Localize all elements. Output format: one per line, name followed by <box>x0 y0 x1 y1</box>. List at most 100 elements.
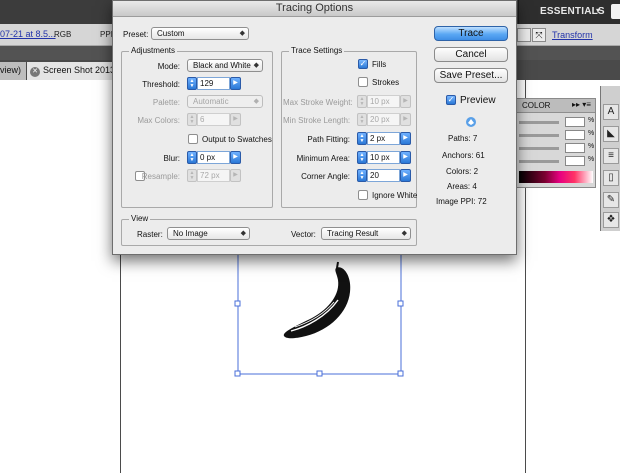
dropdown-arrow-icon[interactable]: ▶ <box>400 169 411 182</box>
min-stroke-length-field[interactable]: 20 px <box>367 113 400 126</box>
dropdown-arrow-icon[interactable]: ▶ <box>400 95 411 108</box>
panel-dock-strip: A ◣ ≡ ▯ ✎ ❖ <box>600 86 620 231</box>
stepper-arrows-icon[interactable]: ▲ ▼ <box>187 77 197 90</box>
slider-track[interactable] <box>519 121 559 124</box>
document-filename-link[interactable]: 07-21 at 8.5... <box>0 29 56 39</box>
preset-select[interactable]: Custom ◆ <box>151 27 249 40</box>
dropdown-arrow-icon[interactable]: ▶ <box>230 77 241 90</box>
max-stroke-weight-field[interactable]: 10 px <box>367 95 400 108</box>
threshold-stepper[interactable]: ▲ ▼ 129 ▶ <box>187 77 241 90</box>
max-colors-field[interactable]: 6 <box>197 113 230 126</box>
percent-label: % <box>588 143 595 150</box>
percent-label: % <box>588 117 595 124</box>
resample-stepper[interactable]: ▲ ▼ 72 px ▶ <box>187 169 241 182</box>
vector-select[interactable]: Tracing Result ◆ <box>321 227 411 240</box>
threshold-label: Threshold: <box>142 80 180 89</box>
stepper-arrows-icon[interactable]: ▲ ▼ <box>187 169 197 182</box>
dropdown-arrow-icon[interactable]: ▶ <box>400 113 411 126</box>
mode-select[interactable]: Black and White ◆ <box>187 59 263 72</box>
save-preset-button[interactable]: Save Preset... <box>434 68 508 83</box>
preset-value: Custom <box>157 29 185 38</box>
trace-button[interactable]: Trace <box>434 26 508 41</box>
stepper-arrows-icon[interactable]: ▲ ▼ <box>187 113 197 126</box>
slider-track[interactable] <box>519 160 559 163</box>
embed-button[interactable] <box>517 28 531 42</box>
corner-angle-stepper[interactable]: ▲ ▼ 20 ▶ <box>357 169 411 182</box>
fills-checkbox[interactable]: ✓ <box>358 59 368 69</box>
min-stroke-length-stepper[interactable]: ▲ ▼ 20 px ▶ <box>357 113 411 126</box>
min-stroke-length-label: Min Stroke Length: <box>283 116 351 125</box>
resample-field[interactable]: 72 px <box>197 169 230 182</box>
dropdown-arrow-icon[interactable]: ▶ <box>230 151 241 164</box>
stepper-arrows-icon[interactable]: ▲ ▼ <box>187 151 197 164</box>
raster-label: Raster: <box>137 230 163 239</box>
percent-label: % <box>588 156 595 163</box>
slider-track[interactable] <box>519 147 559 150</box>
resample-label: Resample: <box>141 172 180 181</box>
color-value-field[interactable] <box>565 143 585 153</box>
areas-count: Areas: 4 <box>447 182 477 191</box>
palette-value: Automatic <box>193 97 229 106</box>
minimum-area-field[interactable]: 10 px <box>367 151 400 164</box>
color-slider-row: % <box>519 130 595 140</box>
color-value-field[interactable] <box>565 117 585 127</box>
path-fitting-field[interactable]: 2 px <box>367 132 400 145</box>
color-value-field[interactable] <box>565 156 585 166</box>
color-mode-label: RGB <box>54 30 72 39</box>
symbols-icon[interactable]: ✎ <box>603 192 619 208</box>
color-panel: COLOR ▸▸ ▾≡ % % % % <box>516 98 596 188</box>
panel-menu-icon[interactable]: ▸▸ ▾≡ <box>572 100 591 109</box>
adjustments-group <box>121 51 273 208</box>
minimum-area-stepper[interactable]: ▲ ▼ 10 px ▶ <box>357 151 411 164</box>
tab-label: Screen Shot 2013- <box>43 65 119 75</box>
ignore-white-checkbox[interactable] <box>358 190 368 200</box>
search-input[interactable] <box>611 4 620 19</box>
chevron-updown-icon: ◆ <box>253 62 259 69</box>
path-fitting-stepper[interactable]: ▲ ▼ 2 px ▶ <box>357 132 411 145</box>
dropdown-arrow-icon[interactable]: ▶ <box>230 169 241 182</box>
dropdown-arrow-icon[interactable]: ▶ <box>400 132 411 145</box>
blur-label: Blur: <box>163 154 180 163</box>
stroke-icon[interactable]: ≡ <box>603 148 619 164</box>
max-colors-stepper[interactable]: ▲ ▼ 6 ▶ <box>187 113 241 126</box>
stepper-arrows-icon[interactable]: ▲ ▼ <box>357 113 367 126</box>
slider-track[interactable] <box>519 134 559 137</box>
strokes-label: Strokes <box>372 78 400 87</box>
stepper-arrows-icon[interactable]: ▲ ▼ <box>357 132 367 145</box>
type-icon[interactable]: A <box>603 104 619 120</box>
blur-field[interactable]: 0 px <box>197 151 230 164</box>
tab-previous-document[interactable]: view) <box>0 62 26 80</box>
color-value-field[interactable] <box>565 130 585 140</box>
strokes-checkbox[interactable] <box>358 77 368 87</box>
brushes-icon[interactable]: ❖ <box>603 212 619 228</box>
align-icon[interactable]: ⤧ <box>532 28 546 42</box>
view-title: View <box>129 214 151 223</box>
trace-settings-title: Trace Settings <box>289 46 345 55</box>
document-icon[interactable]: ▯ <box>603 170 619 186</box>
corner-angle-field[interactable]: 20 <box>367 169 400 182</box>
stepper-arrows-icon[interactable]: ▲ ▼ <box>357 169 367 182</box>
cancel-button[interactable]: Cancel <box>434 47 508 62</box>
gradient-icon[interactable]: ◣ <box>603 126 619 142</box>
max-colors-label: Max Colors: <box>137 116 180 125</box>
transform-link[interactable]: Transform <box>552 30 593 40</box>
blur-stepper[interactable]: ▲ ▼ 0 px ▶ <box>187 151 241 164</box>
raster-select[interactable]: No Image ◆ <box>167 227 250 240</box>
dropdown-arrow-icon[interactable]: ▶ <box>230 113 241 126</box>
stepper-arrows-icon[interactable]: ▲ ▼ <box>357 151 367 164</box>
output-to-swatches-checkbox[interactable] <box>188 134 198 144</box>
preview-checkbox[interactable]: ✓ <box>446 95 456 105</box>
ignore-white-label: Ignore White <box>372 191 418 200</box>
stepper-arrows-icon[interactable]: ▲ ▼ <box>357 95 367 108</box>
path-fitting-label: Path Fitting: <box>307 135 350 144</box>
max-stroke-weight-stepper[interactable]: ▲ ▼ 10 px ▶ <box>357 95 411 108</box>
chevron-down-icon[interactable]: ▾ <box>596 6 600 15</box>
threshold-field[interactable]: 129 <box>197 77 230 90</box>
dropdown-arrow-icon[interactable]: ▶ <box>400 151 411 164</box>
close-icon[interactable]: ✕ <box>30 67 40 77</box>
color-spectrum-bar[interactable] <box>519 171 593 183</box>
minimum-area-label: Minimum Area: <box>296 154 350 163</box>
palette-select[interactable]: Automatic ◆ <box>187 95 263 108</box>
dialog-titlebar[interactable]: Tracing Options <box>113 1 516 17</box>
color-slider-row: % <box>519 117 595 127</box>
